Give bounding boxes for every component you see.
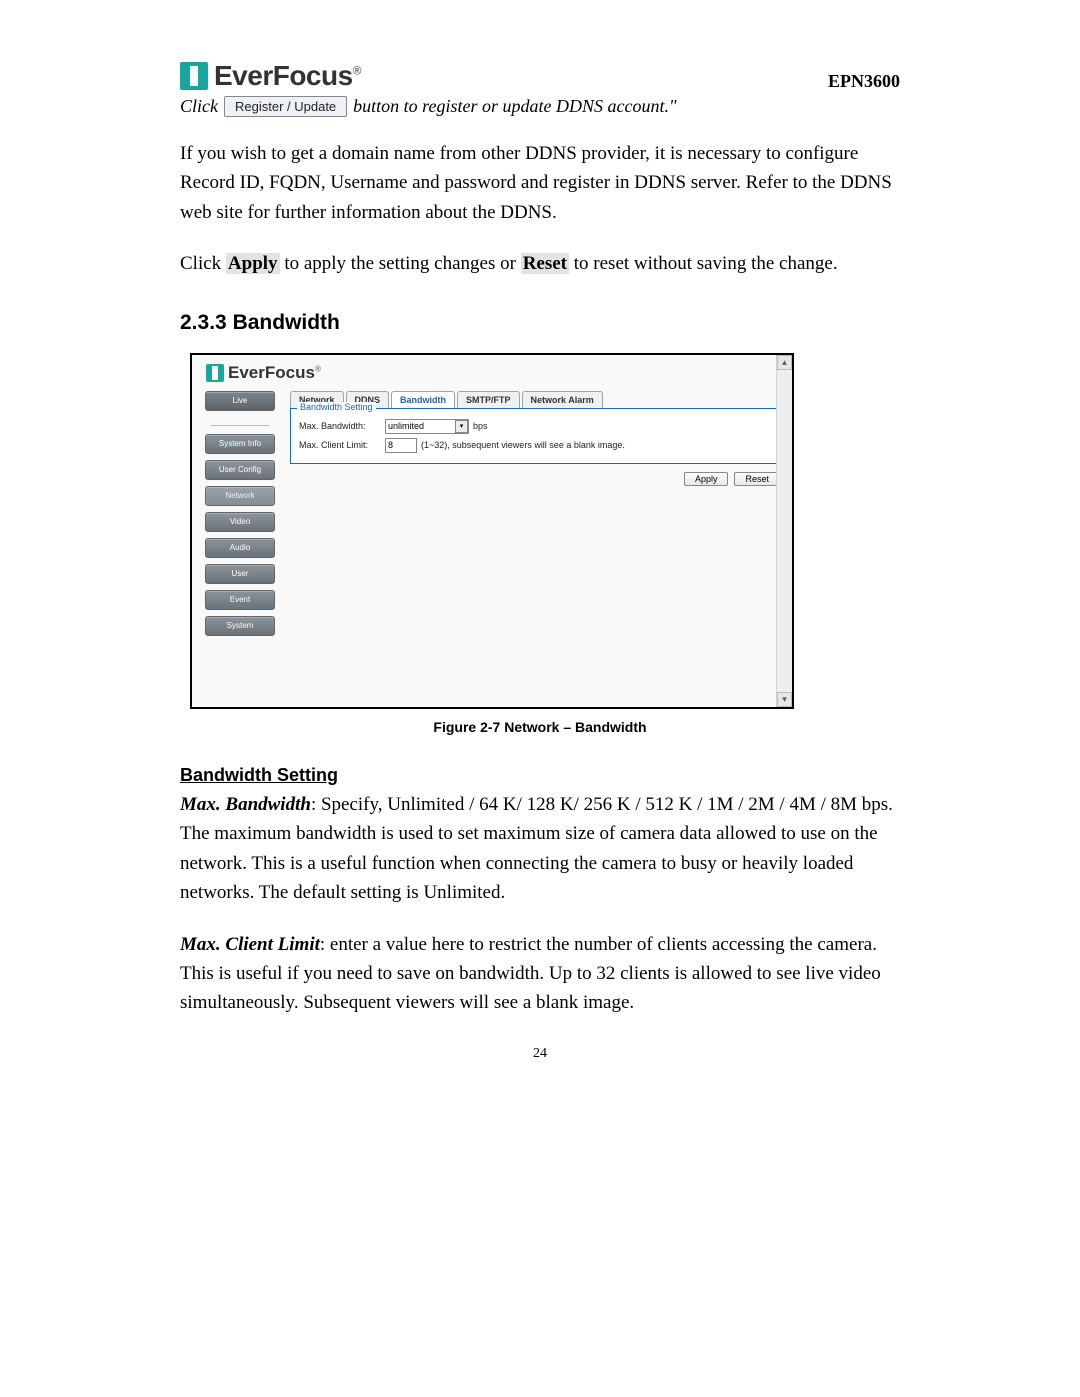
fig-logo-icon	[206, 364, 224, 382]
sidebar-item-user[interactable]: User	[205, 564, 275, 584]
fieldset-legend: Bandwidth Setting	[297, 402, 376, 412]
tab-bandwidth[interactable]: Bandwidth	[391, 391, 455, 408]
apply-button[interactable]: Apply	[684, 472, 729, 486]
sidebar-item-network[interactable]: Network	[205, 486, 275, 506]
fieldset-bandwidth: Bandwidth Setting Max. Bandwidth: unlimi…	[290, 408, 780, 464]
sidebar-item-system-info[interactable]: System Info	[205, 434, 275, 454]
sidebar-item-system[interactable]: System	[205, 616, 275, 636]
apply-highlight: Apply	[226, 253, 280, 274]
desc-max-bandwidth: Max. Bandwidth: Specify, Unlimited / 64 …	[180, 790, 900, 908]
label-max-bandwidth: Max. Bandwidth:	[299, 421, 381, 431]
tab-smtp-ftp[interactable]: SMTP/FTP	[457, 391, 520, 408]
reset-highlight: Reset	[521, 253, 569, 274]
scroll-down-icon[interactable]: ▾	[777, 692, 792, 707]
sidebar-item-video[interactable]: Video	[205, 512, 275, 532]
scroll-up-icon[interactable]: ▴	[777, 355, 792, 370]
tab-network-alarm[interactable]: Network Alarm	[522, 391, 603, 408]
intro-click: Click	[180, 96, 218, 117]
hint-max-client: (1~32), subsequent viewers will see a bl…	[421, 440, 625, 450]
paragraph-apply-reset: Click Apply to apply the setting changes…	[180, 249, 900, 278]
sidebar-item-user-config[interactable]: User Config	[205, 460, 275, 480]
section-heading: 2.3.3 Bandwidth	[180, 311, 900, 335]
main-panel: NetworkDDNSBandwidthSMTP/FTPNetwork Alar…	[290, 391, 780, 703]
brand-text: EverFocus	[214, 60, 353, 91]
figure-bandwidth: EverFocus® Live System InfoUser ConfigNe…	[190, 353, 794, 709]
register-update-button: Register / Update	[224, 96, 347, 117]
intro-line: Click Register / Update button to regist…	[180, 96, 900, 117]
brand-logo: EverFocus®	[180, 60, 361, 92]
fig-brand: EverFocus	[228, 363, 315, 382]
dropdown-max-bandwidth[interactable]: unlimited ▾	[385, 419, 469, 434]
sidebar: Live System Info User Config Network Video A…	[204, 391, 276, 703]
intro-after: button to register or update DDNS accoun…	[353, 96, 676, 117]
max-client-label: Max. Client Limit	[180, 934, 320, 955]
paragraph-ddns: If you wish to get a domain name from ot…	[180, 139, 900, 227]
reset-button[interactable]: Reset	[734, 472, 780, 486]
sidebar-divider	[210, 425, 270, 426]
figure-caption: Figure 2-7 Network – Bandwidth	[180, 719, 900, 735]
sidebar-item-event[interactable]: Event	[205, 590, 275, 610]
chevron-down-icon: ▾	[455, 420, 468, 433]
model-label: EPN3600	[828, 71, 900, 92]
logo-icon	[180, 62, 208, 90]
page-number: 24	[180, 1046, 900, 1062]
desc-max-client: Max. Client Limit: enter a value here to…	[180, 930, 900, 1018]
unit-bps: bps	[473, 421, 488, 431]
sidebar-item-audio[interactable]: Audio	[205, 538, 275, 558]
max-bandwidth-label: Max. Bandwidth	[180, 794, 311, 815]
subheading-bandwidth-setting: Bandwidth Setting	[180, 765, 900, 786]
sidebar-item-live[interactable]: Live	[205, 391, 275, 411]
input-max-client[interactable]: 8	[385, 438, 417, 453]
scrollbar[interactable]: ▴ ▾	[776, 355, 792, 707]
label-max-client: Max. Client Limit:	[299, 440, 381, 450]
